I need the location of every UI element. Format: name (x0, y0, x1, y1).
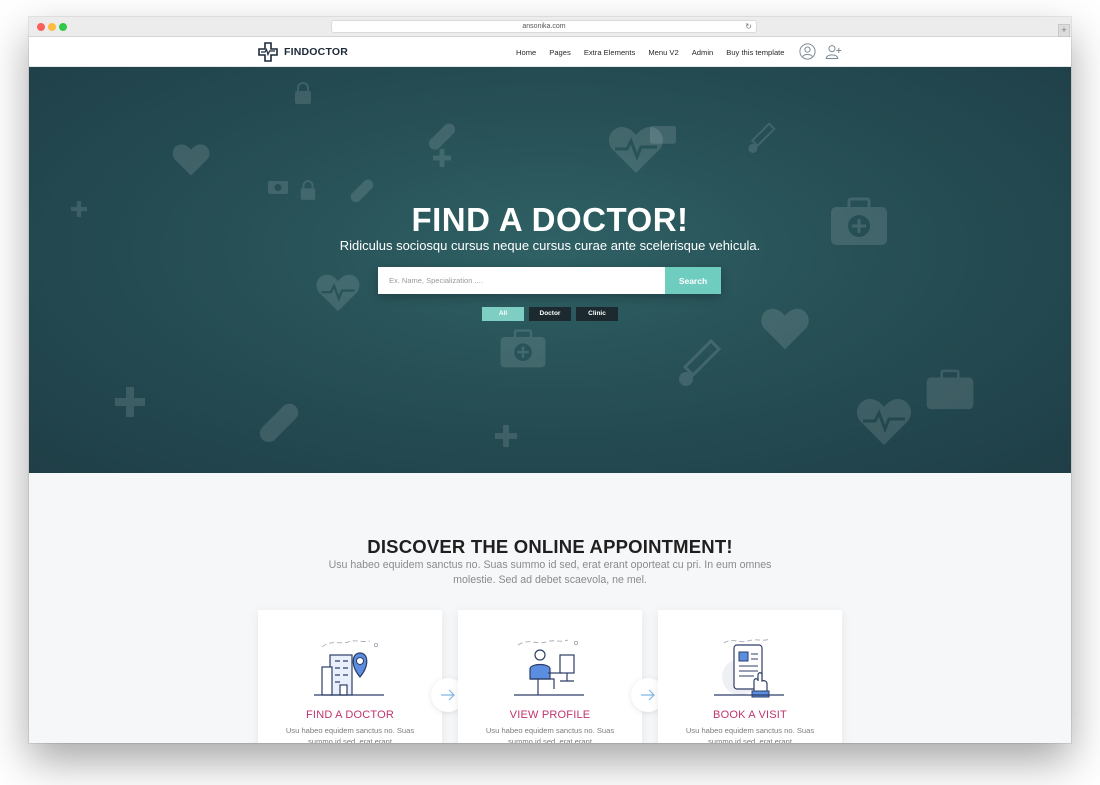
card-text: Usu habeo equidem sanctus no. Suas summo… (685, 726, 815, 743)
lock-icon (295, 82, 311, 104)
nav-item-extra-elements[interactable]: Extra Elements (584, 48, 636, 57)
filter-all-button[interactable]: All (482, 307, 524, 321)
section-title: DISCOVER THE ONLINE APPOINTMENT! (29, 536, 1071, 558)
card-title: VIEW PROFILE (509, 709, 591, 721)
nav-item-pages[interactable]: Pages (549, 48, 571, 57)
reload-icon[interactable]: ↻ (745, 21, 752, 33)
nav-item-buy-template[interactable]: Buy this template (726, 48, 784, 57)
thermometer-icon (748, 122, 776, 153)
browser-toolbar: ansonika.com ↻ + (29, 17, 1071, 37)
tablet-tap-icon (714, 638, 784, 698)
first-aid-kit-icon (649, 126, 677, 144)
search-input[interactable] (378, 267, 665, 294)
first-aid-kit-icon (926, 369, 974, 410)
step-card-book-visit[interactable]: BOOK A VISIT Usu habeo equidem sanctus n… (658, 610, 842, 743)
user-icon[interactable] (799, 43, 816, 60)
thermometer-icon (679, 338, 722, 386)
medical-cross-logo-icon (258, 42, 278, 62)
camera-icon (268, 181, 288, 194)
section-title-suffix: APPOINTMENT! (584, 536, 733, 557)
heart-pulse-icon (761, 308, 809, 350)
site-logo[interactable]: FINDOCTOR (258, 41, 348, 63)
hero-subtitle: Ridiculus sociosqu cursus neque cursus c… (339, 238, 761, 253)
person-at-desk-icon (514, 639, 584, 696)
site-header: FINDOCTOR Home Pages Extra Elements Menu… (29, 37, 1071, 67)
plus-icon (433, 149, 451, 167)
main-nav: Home Pages Extra Elements Menu V2 Admin … (516, 37, 798, 67)
arrow-right-icon (441, 689, 455, 701)
section-title-highlight: ONLINE (513, 536, 585, 557)
search-button[interactable]: Search (665, 267, 721, 294)
section-description: Usu habeo equidem sanctus no. Suas summo… (328, 559, 772, 586)
add-user-icon[interactable] (825, 43, 842, 60)
filter-doctor-button[interactable]: Doctor (529, 307, 571, 321)
section-title-prefix: DISCOVER THE (367, 536, 514, 557)
nav-item-menu-v2[interactable]: Menu V2 (648, 48, 678, 57)
nav-item-admin[interactable]: Admin (692, 48, 714, 57)
step-card-view-profile[interactable]: VIEW PROFILE Usu habeo equidem sanctus n… (458, 610, 642, 743)
browser-window: ansonika.com ↻ + FINDOCTOR Home Pages Ex… (29, 17, 1071, 743)
card-title: FIND A DOCTOR (306, 709, 394, 721)
card-title: BOOK A VISIT (713, 709, 787, 721)
step-card-find-doctor[interactable]: FIND A DOCTOR Usu habeo equidem sanctus … (258, 610, 442, 743)
hero-title: FIND A DOCTOR! (411, 201, 689, 238)
hero-banner: FIND A DOCTOR! Ridiculus sociosqu cursus… (29, 67, 1071, 473)
nav-item-home[interactable]: Home (516, 48, 536, 57)
first-aid-kit-icon (500, 329, 546, 368)
arrow-right-icon (641, 689, 655, 701)
minimize-window-button[interactable] (48, 23, 56, 31)
pill-icon (259, 403, 299, 443)
new-tab-button[interactable]: + (1058, 24, 1070, 37)
map-pin-building-icon (314, 640, 384, 696)
address-bar-url: ansonika.com (522, 23, 566, 30)
plus-icon (115, 387, 145, 417)
heart-pulse-icon (172, 144, 210, 176)
heart-pulse-icon (856, 399, 912, 445)
maximize-window-button[interactable] (59, 23, 67, 31)
filter-clinic-button[interactable]: Clinic (576, 307, 618, 321)
logo-text: FINDOCTOR (284, 46, 349, 58)
card-text: Usu habeo equidem sanctus no. Suas summo… (485, 726, 615, 743)
close-window-button[interactable] (37, 23, 45, 31)
heart-pulse-icon (316, 274, 360, 312)
address-bar[interactable]: ansonika.com ↻ (331, 20, 757, 33)
plus-icon (495, 425, 517, 447)
card-text: Usu habeo equidem sanctus no. Suas summo… (285, 726, 415, 743)
search-bar: Search (378, 267, 721, 294)
lock-icon (300, 180, 316, 200)
